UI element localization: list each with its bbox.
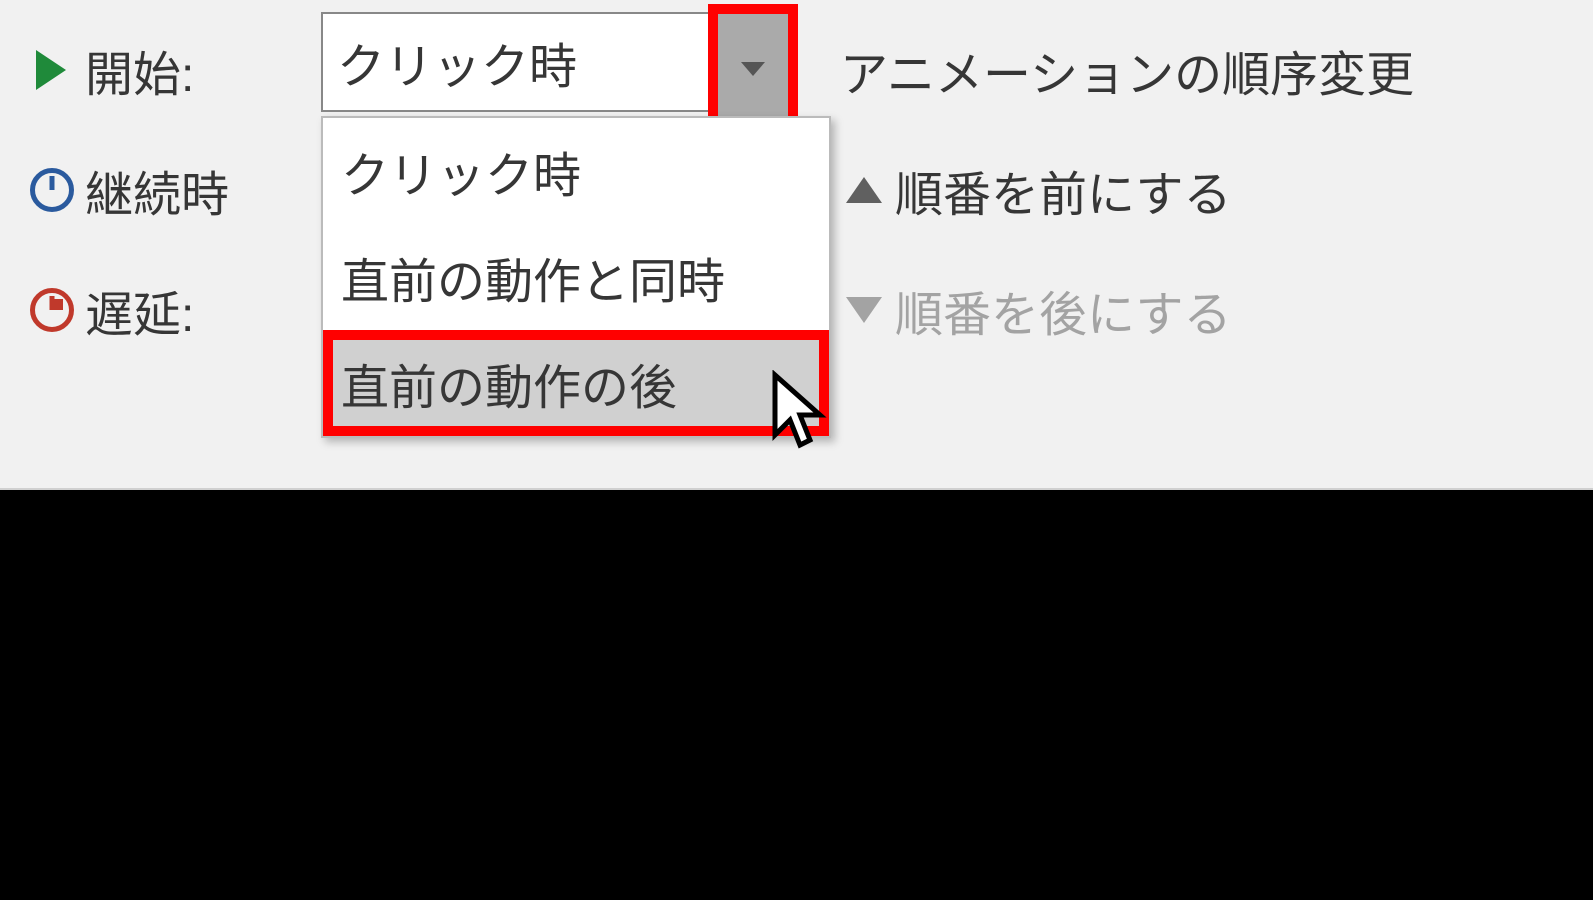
delay-label: 遅延: bbox=[85, 275, 194, 345]
move-later-row: 順番を後にする bbox=[840, 250, 1414, 370]
delay-clock-icon bbox=[30, 288, 85, 332]
menu-item-withprevious[interactable]: 直前の動作と同時 bbox=[323, 224, 829, 330]
cursor-icon bbox=[770, 370, 830, 450]
triangle-down-icon bbox=[840, 297, 895, 323]
start-dropdown-value: クリック時 bbox=[337, 27, 577, 97]
triangle-up-icon bbox=[840, 177, 895, 203]
ribbon-timing-group: 開始: 継続時 遅延: クリック時 クリック時 直前の動作と同時 直前の動作の後… bbox=[0, 0, 1593, 490]
menu-item-onclick[interactable]: クリック時 bbox=[323, 118, 829, 224]
reorder-header: アニメーションの順序変更 bbox=[840, 35, 1414, 105]
menu-item-afterprevious[interactable]: 直前の動作の後 bbox=[323, 330, 829, 436]
move-earlier-label: 順番を前にする bbox=[895, 155, 1231, 225]
start-label: 開始: bbox=[85, 35, 194, 105]
reorder-column: アニメーションの順序変更 順番を前にする 順番を後にする bbox=[840, 10, 1414, 370]
reorder-header-row: アニメーションの順序変更 bbox=[840, 10, 1414, 130]
move-earlier-row[interactable]: 順番を前にする bbox=[840, 130, 1414, 250]
dropdown-arrow-icon[interactable] bbox=[708, 4, 798, 134]
move-later-label: 順番を後にする bbox=[895, 275, 1231, 345]
start-dropdown-menu: クリック時 直前の動作と同時 直前の動作の後 bbox=[321, 116, 831, 438]
clock-icon bbox=[30, 168, 85, 212]
start-dropdown[interactable]: クリック時 bbox=[321, 12, 796, 112]
play-icon bbox=[30, 50, 85, 90]
duration-label: 継続時 bbox=[85, 155, 229, 225]
